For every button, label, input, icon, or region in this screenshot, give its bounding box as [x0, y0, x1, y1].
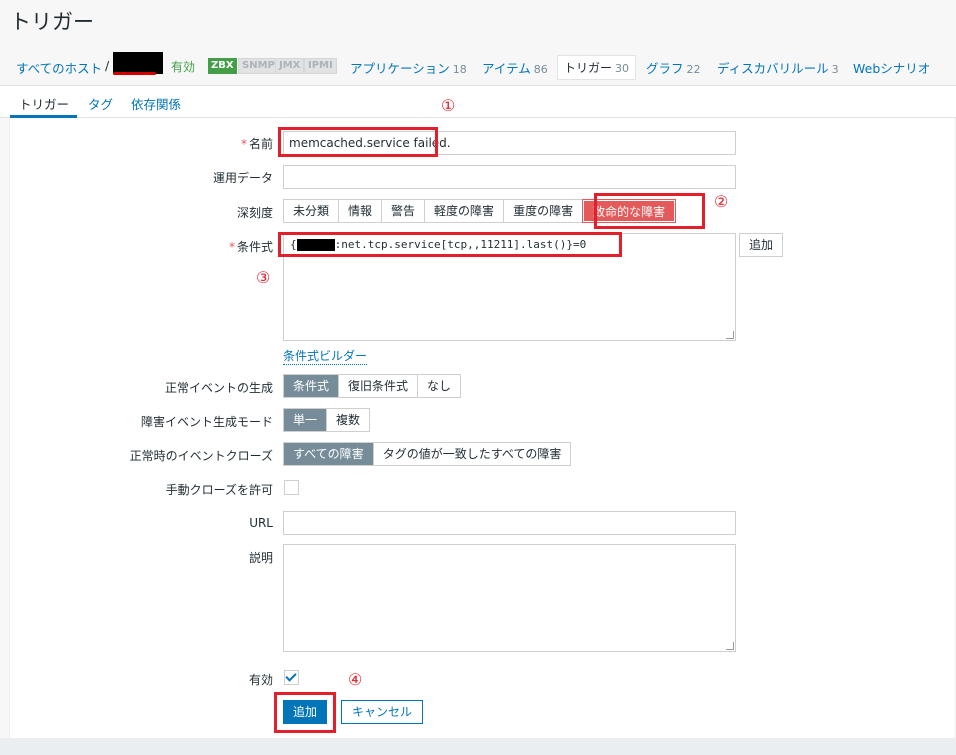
host-name-underline — [113, 72, 156, 75]
snmp-badge: SNMP — [238, 58, 279, 74]
resize-handle-icon[interactable] — [726, 642, 734, 650]
ok-close-selector: すべての障害 タグの値が一致したすべての障害 — [283, 442, 572, 466]
ok-event-generation-selector: 条件式 復旧条件式 なし — [283, 374, 462, 398]
cancel-button[interactable]: キャンセル — [341, 700, 424, 724]
highlight-box-2 — [594, 193, 705, 229]
problem-mode-multiple[interactable]: 複数 — [327, 409, 369, 431]
ipmi-badge: IPMI — [304, 58, 337, 74]
zbx-badge: ZBX — [208, 58, 237, 74]
resize-handle-icon[interactable] — [726, 331, 734, 339]
severity-average[interactable]: 軽度の障害 — [425, 200, 505, 222]
page-footer — [0, 738, 956, 755]
url-input[interactable] — [283, 511, 736, 535]
ok-event-none[interactable]: なし — [418, 375, 460, 397]
checkmark-icon — [285, 670, 297, 682]
breadcrumb-separator: / — [105, 58, 110, 73]
manual-close-label: 手動クローズを許可 — [165, 483, 273, 497]
discovery-rules-link[interactable]: ディスカバリルール 3 — [717, 58, 839, 77]
jmx-badge: JMX — [275, 58, 305, 74]
host-status[interactable]: 有効 — [171, 58, 195, 75]
highlight-box-4 — [274, 692, 336, 733]
items-link[interactable]: アイテム 86 — [482, 58, 548, 77]
enabled-checkbox[interactable] — [284, 670, 299, 685]
opdata-label: 運用データ — [212, 171, 273, 185]
triggers-tab[interactable]: トリガー 30 — [557, 55, 637, 80]
severity-information[interactable]: 情報 — [339, 200, 383, 222]
ok-event-expression[interactable]: 条件式 — [284, 375, 340, 397]
ok-event-generation-label: 正常イベントの生成 — [164, 381, 273, 395]
severity-high[interactable]: 重度の障害 — [504, 200, 584, 222]
tab-trigger[interactable]: トリガー — [19, 94, 69, 113]
url-label: URL — [249, 516, 273, 530]
redacted-host-name[interactable] — [113, 52, 163, 74]
annotation-3: ③ — [256, 268, 271, 287]
all-hosts-link[interactable]: すべてのホスト — [16, 58, 102, 77]
severity-warning[interactable]: 警告 — [382, 200, 426, 222]
page-title: トリガー — [10, 10, 94, 34]
ok-close-tag-match[interactable]: タグの値が一致したすべての障害 — [374, 443, 571, 465]
ok-event-recovery-expression[interactable]: 復旧条件式 — [339, 375, 419, 397]
tab-tags[interactable]: タグ — [88, 94, 113, 113]
problem-mode-selector: 単一 複数 — [283, 408, 371, 432]
ok-close-all-problems[interactable]: すべての障害 — [284, 443, 374, 465]
severity-label: 深刻度 — [236, 206, 273, 220]
severity-not-classified[interactable]: 未分類 — [284, 200, 340, 222]
annotation-1: ① — [441, 96, 456, 115]
expression-label: * 条件式 — [228, 240, 273, 254]
expression-builder-link[interactable]: 条件式ビルダー — [283, 347, 368, 365]
manual-close-checkbox[interactable] — [284, 480, 299, 495]
problem-mode-single[interactable]: 単一 — [284, 409, 328, 431]
graphs-link[interactable]: グラフ 22 — [646, 58, 701, 77]
highlight-box-1 — [278, 127, 438, 157]
enabled-label: 有効 — [248, 673, 273, 687]
web-scenarios-link[interactable]: Webシナリオ — [853, 58, 930, 77]
highlight-box-3 — [278, 232, 622, 257]
description-textarea[interactable] — [283, 544, 736, 652]
annotation-2: ② — [714, 192, 729, 211]
opdata-input[interactable] — [283, 165, 736, 189]
applications-link[interactable]: アプリケーション 18 — [350, 58, 467, 77]
form-tabs: トリガー タグ 依存関係 — [0, 86, 956, 118]
name-label: * 名前 — [240, 137, 273, 151]
problem-mode-label: 障害イベント生成モード — [140, 415, 273, 429]
ok-close-label: 正常時のイベントクローズ — [129, 449, 273, 463]
annotation-4: ④ — [348, 670, 363, 689]
description-label: 説明 — [248, 551, 273, 565]
tab-dependencies[interactable]: 依存関係 — [131, 94, 181, 113]
expression-add-button[interactable]: 追加 — [739, 233, 784, 257]
